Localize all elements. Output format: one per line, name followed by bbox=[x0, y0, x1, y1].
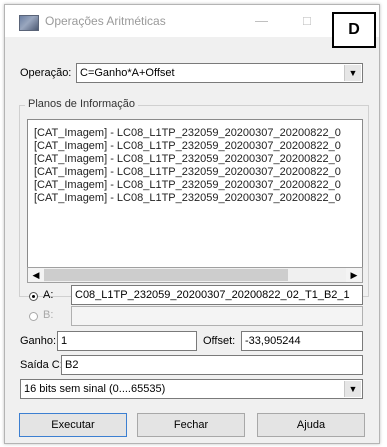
radio-a-label: A: bbox=[43, 289, 54, 301]
ganho-label: Ganho: bbox=[20, 335, 57, 347]
list-item[interactable]: [CAT_Imagem] - LC08_L1TP_232059_20200307… bbox=[34, 140, 341, 152]
title-bar: Operações Aritméticas — □ bbox=[5, 5, 379, 37]
ajuda-button[interactable]: Ajuda bbox=[257, 413, 365, 437]
scroll-left-icon[interactable]: ◀ bbox=[28, 268, 44, 282]
tipo-select[interactable]: 16 bits sem sinal (0....65535) ▼ bbox=[20, 379, 363, 399]
chevron-down-icon[interactable]: ▼ bbox=[344, 65, 361, 81]
tipo-value: 16 bits sem sinal (0....65535) bbox=[24, 383, 166, 395]
planos-listbox[interactable]: [CAT_Imagem] - LC08_L1TP_232059_20200307… bbox=[27, 119, 363, 283]
scroll-right-icon[interactable]: ▶ bbox=[346, 268, 362, 282]
ganho-value: 1 bbox=[61, 335, 68, 347]
planos-group-title: Planos de Informação bbox=[25, 98, 139, 110]
radio-a[interactable] bbox=[29, 292, 38, 301]
executar-button[interactable]: Executar bbox=[19, 413, 127, 437]
offset-label: Offset: bbox=[203, 335, 236, 347]
operacao-value: C=Ganho*A+Offset bbox=[80, 67, 175, 79]
scroll-thumb[interactable] bbox=[44, 269, 288, 281]
app-icon bbox=[19, 15, 39, 31]
figure-panel-label: D bbox=[332, 12, 376, 48]
input-a-field[interactable]: C08_L1TP_232059_20200307_20200822_02_T1_… bbox=[71, 285, 363, 305]
window-title: Operações Aritméticas bbox=[45, 14, 166, 28]
saida-label: Saída C: bbox=[20, 359, 63, 371]
input-b-field[interactable] bbox=[71, 306, 363, 326]
saida-input[interactable]: B2 bbox=[61, 355, 363, 375]
dialog-window: Operações Aritméticas — □ Operação: C=Ga… bbox=[4, 4, 380, 444]
list-item[interactable]: [CAT_Imagem] - LC08_L1TP_232059_20200307… bbox=[34, 153, 341, 165]
list-item[interactable]: [CAT_Imagem] - LC08_L1TP_232059_20200307… bbox=[34, 192, 341, 204]
offset-value: -33,905244 bbox=[245, 335, 301, 347]
operacao-select[interactable]: C=Ganho*A+Offset ▼ bbox=[76, 63, 363, 83]
maximize-button[interactable]: □ bbox=[303, 13, 311, 28]
offset-input[interactable]: -33,905244 bbox=[241, 331, 363, 351]
list-item[interactable]: [CAT_Imagem] - LC08_L1TP_232059_20200307… bbox=[34, 127, 341, 139]
chevron-down-icon[interactable]: ▼ bbox=[344, 381, 361, 397]
minimize-button[interactable]: — bbox=[255, 13, 268, 28]
saida-value: B2 bbox=[65, 359, 79, 371]
list-item[interactable]: [CAT_Imagem] - LC08_L1TP_232059_20200307… bbox=[34, 166, 341, 178]
list-item[interactable]: [CAT_Imagem] - LC08_L1TP_232059_20200307… bbox=[34, 179, 341, 191]
horizontal-scrollbar[interactable]: ◀ ▶ bbox=[27, 267, 363, 283]
radio-b[interactable] bbox=[29, 312, 38, 321]
operacao-label: Operação: bbox=[20, 67, 72, 79]
fechar-button[interactable]: Fechar bbox=[137, 413, 245, 437]
radio-b-label: B: bbox=[43, 309, 54, 321]
ganho-input[interactable]: 1 bbox=[57, 331, 197, 351]
input-a-value: C08_L1TP_232059_20200307_20200822_02_T1_… bbox=[75, 289, 350, 301]
